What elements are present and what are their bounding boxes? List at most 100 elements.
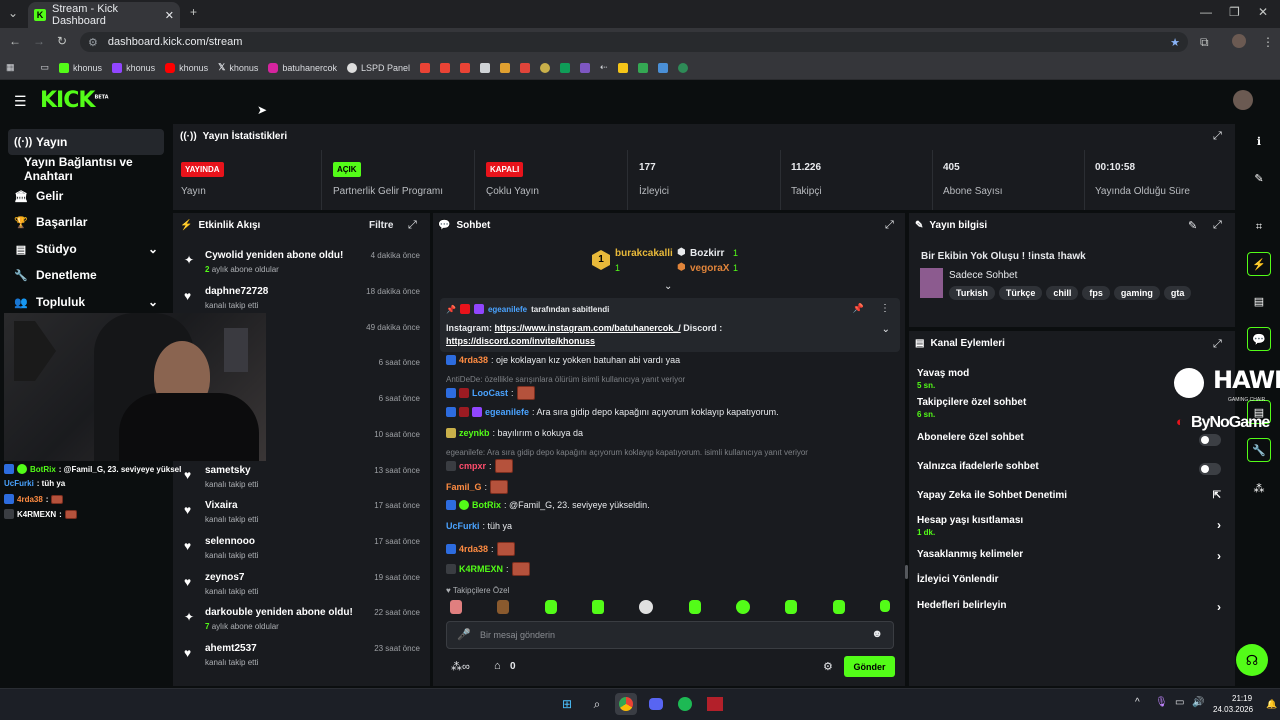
new-tab-icon[interactable]: +	[190, 5, 197, 19]
action-account-age[interactable]: Hesap yaşı kısıtlaması 1 dk. ›	[917, 515, 1227, 537]
bookmark-kick[interactable]: khonus	[59, 62, 102, 73]
user-avatar[interactable]	[1233, 90, 1253, 110]
bookmark-twitch[interactable]: khonus	[112, 62, 155, 73]
expand-icon[interactable]: ⤢	[1213, 130, 1222, 143]
bookmark-sheets-icon[interactable]	[560, 62, 570, 73]
back-icon[interactable]: ←	[9, 34, 21, 48]
bookmark-youtube[interactable]: khonus	[165, 62, 208, 73]
close-tab-icon[interactable]: ✕	[165, 9, 174, 22]
leader-1-name[interactable]: burakcakalli	[615, 248, 673, 259]
sidebar-item-denetleme[interactable]: 🔧 Denetleme	[8, 262, 164, 288]
folder-icon[interactable]: ▭	[41, 62, 50, 73]
close-window-icon[interactable]: ✕	[1258, 5, 1268, 19]
bookmark-app-icon[interactable]	[540, 62, 550, 73]
bookmark-app-icon[interactable]	[617, 62, 628, 73]
notifications-icon[interactable]: 🔔	[1266, 699, 1277, 710]
tag[interactable]: gta	[1163, 286, 1192, 300]
tag[interactable]: chill	[1046, 286, 1079, 300]
chat-bubble-icon[interactable]: 💬	[1247, 327, 1271, 351]
microphone-icon[interactable]: 🎤	[457, 628, 471, 641]
search-icon[interactable]: ⌕	[586, 693, 608, 715]
obs-taskbar-icon[interactable]	[704, 693, 726, 715]
site-info-icon[interactable]: ⚙	[88, 36, 98, 49]
expand-icon[interactable]: ⤢	[408, 219, 417, 232]
volume-tray-icon[interactable]: 🔊	[1192, 697, 1204, 708]
action-emotes-only[interactable]: Yalnızca ifadelerle sohbet	[917, 461, 1227, 475]
windows-start-icon[interactable]: ⊞	[556, 693, 578, 715]
document-icon[interactable]: ▤	[1247, 289, 1271, 313]
sidebar-item-gelir[interactable]: 🏛 Gelir	[8, 183, 164, 209]
chat-scrollbar[interactable]	[905, 565, 908, 579]
sidebar-item-yayin[interactable]: ((·)) Yayın	[8, 129, 164, 155]
kick-points-icon[interactable]: ⁂∞	[451, 660, 470, 673]
bookmark-app-icon[interactable]	[657, 62, 668, 73]
emote[interactable]	[544, 600, 557, 614]
leader-3-name[interactable]: vegoraX	[690, 263, 729, 274]
action-raid[interactable]: İzleyici Yönlendir	[917, 574, 1227, 585]
tab-search-icon[interactable]: ⌄	[8, 6, 18, 20]
bookmark-gmail-icon[interactable]	[440, 62, 450, 73]
pin-icon[interactable]: 📌	[853, 303, 864, 314]
bookmark-app-icon[interactable]	[520, 62, 530, 73]
bookmark-app-icon[interactable]	[500, 62, 510, 73]
bookmark-app-icon[interactable]	[580, 62, 590, 73]
spotify-taskbar-icon[interactable]	[674, 693, 696, 715]
apps-grid-icon[interactable]: ▦	[6, 62, 15, 73]
info-icon[interactable]: ℹ	[1247, 129, 1271, 153]
kick-logo[interactable]: KICKBETA	[40, 88, 109, 113]
pinned-discord-link[interactable]: https://discord.com/invite/khonuss	[446, 336, 595, 346]
bookmark-star-icon[interactable]: ★	[1170, 36, 1180, 49]
bookmark-arrow-icon[interactable]: ⇠	[600, 62, 608, 73]
bookmark-drive-icon[interactable]	[637, 62, 648, 73]
action-ai-moderation[interactable]: Yapay Zeka ile Sohbet Denetimi ⇱	[917, 490, 1227, 501]
discord-taskbar-icon[interactable]	[645, 693, 667, 715]
hamburger-menu-icon[interactable]: ☰	[14, 93, 27, 110]
action-subscribers-only[interactable]: Abonelere özel sohbet	[917, 432, 1227, 446]
store-icon[interactable]: ⌂	[494, 660, 501, 672]
chat-settings-icon[interactable]: ⚙	[823, 660, 833, 673]
tray-overflow-icon[interactable]: ^	[1135, 697, 1140, 708]
send-button[interactable]: Gönder	[844, 656, 895, 677]
wrench-icon[interactable]: 🔧	[1247, 438, 1271, 462]
bookmark-doc-icon[interactable]	[480, 62, 490, 73]
emote[interactable]	[735, 600, 750, 614]
emoji-icon[interactable]: ☻	[871, 628, 883, 640]
mic-tray-icon[interactable]: 🎙	[1155, 697, 1168, 708]
profile-avatar[interactable]	[1232, 34, 1246, 48]
chat-input[interactable]: 🎤 Bir mesaj gönderin ☻	[446, 621, 894, 649]
pencil-icon[interactable]: ✎	[1247, 166, 1271, 190]
tag[interactable]: Turkish	[949, 286, 995, 300]
more-options-icon[interactable]: ⋮	[880, 303, 890, 314]
expand-icon[interactable]: ⤢	[1213, 338, 1222, 351]
emote[interactable]	[497, 600, 510, 614]
expand-icon[interactable]: ⤢	[885, 219, 894, 232]
bookmark-app-icon[interactable]	[677, 62, 688, 73]
sidebar-item-studyo[interactable]: ▤ Stüdyo ⌄	[8, 236, 164, 262]
help-headset-icon[interactable]: ☊	[1236, 644, 1268, 676]
omnibox[interactable]: ⚙ dashboard.kick.com/stream ★	[80, 32, 1188, 52]
expand-icon[interactable]: ⤢	[1213, 219, 1222, 232]
action-banned-words[interactable]: Yasaklanmış kelimeler ›	[917, 549, 1227, 563]
bookmark-lspd[interactable]: LSPD Panel	[346, 62, 410, 73]
leader-2-name[interactable]: Bozkirr	[690, 248, 724, 259]
minimize-icon[interactable]: —	[1200, 5, 1212, 19]
restore-icon[interactable]: ❐	[1229, 5, 1240, 19]
bookmark-instagram[interactable]: batuhanercok	[268, 62, 337, 73]
forward-icon[interactable]: →	[33, 34, 45, 48]
emote[interactable]	[591, 600, 604, 614]
chevron-down-icon[interactable]: ⌄	[882, 324, 890, 335]
subscribers-only-toggle[interactable]	[1199, 434, 1221, 446]
feed-filter-button[interactable]: Filtre	[369, 220, 393, 231]
lightning-icon[interactable]: ⚡	[1247, 252, 1271, 276]
collapse-leaderboard-icon[interactable]: ⌄	[664, 281, 672, 292]
tag[interactable]: fps	[1082, 286, 1110, 300]
extensions-icon[interactable]: ⧉	[1200, 35, 1209, 50]
emotes-only-toggle[interactable]	[1199, 463, 1221, 475]
sidebar-item-stream-key[interactable]: Yayın Bağlantısı ve Anahtarı	[8, 155, 164, 183]
kick-points-icon[interactable]: ⁂	[1247, 476, 1271, 500]
bookmark-gmail-icon[interactable]	[460, 62, 470, 73]
action-goals[interactable]: Hedefleri belirleyin ›	[917, 600, 1227, 614]
emote[interactable]	[688, 600, 701, 614]
tag[interactable]: gaming	[1113, 286, 1160, 300]
bookmark-gmail-icon[interactable]	[420, 62, 430, 73]
